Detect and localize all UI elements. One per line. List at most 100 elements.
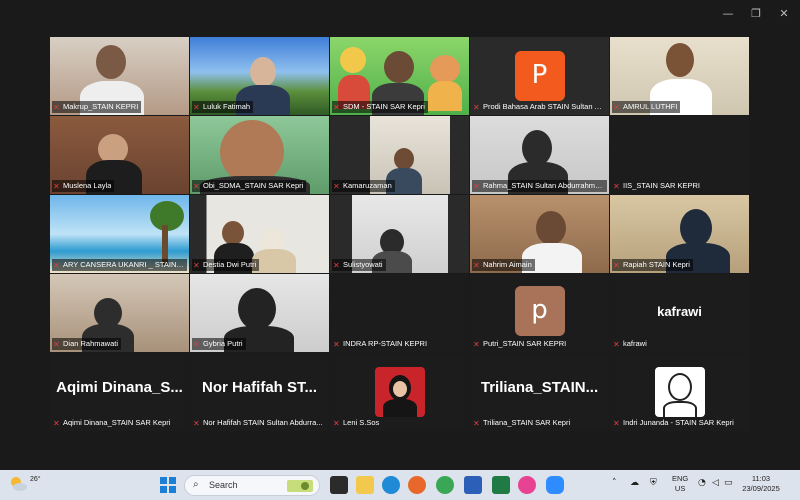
participant-tile[interactable]: ✕ Kamaruzaman	[330, 116, 469, 194]
weather-icon	[11, 477, 27, 491]
avatar-p: P	[514, 51, 565, 101]
profile-photo	[375, 367, 425, 417]
close-button[interactable]: ✕	[772, 6, 796, 22]
search-icon: ⌕	[193, 479, 199, 490]
video-grid: ✕ Makrup_STAIN KEPRI ✕ Luluk Fatimah ✕ SDM …	[50, 37, 751, 433]
security-icon[interactable]: ⛨	[650, 478, 657, 488]
language-indicator[interactable]: ENG US	[672, 474, 688, 494]
mic-muted-icon: ✕	[193, 102, 200, 112]
participant-name: ✕ Gybria Putri	[192, 338, 246, 350]
participant-display-name: Triliana_STAIN...	[480, 379, 599, 396]
weather-temperature: 26°	[30, 476, 41, 483]
participant-tile[interactable]: ✕ INDRA RP-STAIN KEPRI	[330, 274, 469, 352]
participant-tile[interactable]: Aqimi Dinana_S... ✕ Aqimi Dinana_STAIN SA…	[50, 353, 189, 431]
mic-muted-icon: ✕	[53, 181, 60, 191]
participant-name: ✕ Dian Rahmawati	[52, 338, 122, 350]
participant-name: ✕ INDRA RP-STAIN KEPRI	[333, 339, 428, 349]
participant-name: ✕ Muslena Layla	[52, 180, 115, 192]
participant-tile[interactable]: ✕ Nahrim Aimain	[470, 195, 609, 273]
mic-muted-icon: ✕	[193, 339, 200, 349]
participant-tile[interactable]: Triliana_STAIN... ✕ Triliana_STAIN SAR Ke…	[470, 353, 609, 431]
participant-display-name: Nor Hafifah ST...	[201, 379, 317, 396]
participant-tile-active-speaker[interactable]: ✕ SDM - STAIN SAR Kepri	[330, 37, 469, 115]
wifi-icon[interactable]: ◔	[698, 478, 706, 488]
mic-muted-icon: ✕	[53, 339, 60, 349]
mic-muted-icon: ✕	[333, 260, 340, 270]
mic-muted-icon: ✕	[613, 181, 620, 191]
participant-tile[interactable]: ✕ Rapiah STAIN Kepri	[610, 195, 749, 273]
mic-muted-icon: ✕	[613, 260, 620, 270]
firefox-icon[interactable]	[408, 476, 426, 494]
participant-tile[interactable]: ✕ Indri Junanda - STAIN SAR Kepri	[610, 353, 749, 431]
mic-muted-icon: ✕	[473, 418, 480, 428]
participant-name: ✕ Nor Hafifah STAIN Sultan Abdurra...	[193, 418, 323, 428]
excel-icon[interactable]	[492, 476, 510, 494]
mic-muted-icon: ✕	[333, 418, 340, 428]
search-label: Search	[209, 480, 238, 490]
participant-name: ✕ Triliana_STAIN SAR Kepri	[473, 418, 571, 428]
mic-muted-icon: ✕	[53, 260, 60, 270]
edge-icon[interactable]	[382, 476, 400, 494]
participant-tile[interactable]: P ✕ Prodi Bahasa Arab STAIN Sultan A...	[470, 37, 609, 115]
taskbar-search[interactable]: ⌕ Search	[184, 475, 320, 496]
participant-name: ✕ IIS_STAIN SAR KEPRI	[613, 181, 700, 191]
minimize-button[interactable]: —	[716, 6, 740, 22]
participant-tile[interactable]: ✕ Rahma_STAIN Sultan Abdurrahma...	[470, 116, 609, 194]
volume-icon[interactable]: ◁	[712, 478, 719, 488]
participant-name: ✕ Indri Junanda - STAIN SAR Kepri	[613, 418, 734, 428]
mic-muted-icon: ✕	[193, 181, 200, 191]
mic-muted-icon: ✕	[473, 339, 480, 349]
mic-muted-icon: ✕	[473, 102, 480, 112]
participant-display-name: Aqimi Dinana_S...	[56, 379, 183, 396]
participant-tile[interactable]: ✕ Muslena Layla	[50, 116, 189, 194]
participant-tile[interactable]: ✕ Dian Rahmawati	[50, 274, 189, 352]
zoom-icon[interactable]	[546, 476, 564, 494]
participant-name: ✕ Destia Dwi Putri	[192, 259, 260, 271]
participant-name: ✕ Aqimi Dinana_STAIN SAR Kepri	[53, 418, 171, 428]
chevron-up-icon[interactable]: ˄	[612, 478, 617, 488]
participant-tile[interactable]: ✕ Sulistyowati	[330, 195, 469, 273]
participant-tile[interactable]: ✕ Destia Dwi Putri	[190, 195, 329, 273]
mic-muted-icon: ✕	[53, 418, 60, 428]
participant-tile[interactable]: p ✕ Putri_STAIN SAR KEPRI	[470, 274, 609, 352]
participant-tile[interactable]: Nor Hafifah ST... ✕ Nor Hafifah STAIN Sul…	[190, 353, 329, 431]
file-explorer-icon[interactable]	[356, 476, 374, 494]
mic-muted-icon: ✕	[613, 339, 620, 349]
participant-name: ✕ Obi_SDMA_STAIN SAR Kepri	[192, 180, 307, 192]
profile-photo	[655, 367, 705, 417]
word-icon[interactable]	[464, 476, 482, 494]
participant-tile[interactable]: ✕ Gybria Putri	[190, 274, 329, 352]
battery-icon[interactable]: ▭	[724, 478, 733, 488]
participant-name: ✕ Kamaruzaman	[332, 180, 395, 192]
participant-tile[interactable]: ✕ ARY CANSERA UKANRI _ STAIN KE...	[50, 195, 189, 273]
system-clock[interactable]: 11:03 23/09/2025	[738, 474, 784, 494]
participant-tile[interactable]: ✕ Leni S.Sos	[330, 353, 469, 431]
chrome-icon[interactable]	[436, 476, 454, 494]
participant-name: ✕ Putri_STAIN SAR KEPRI	[473, 339, 567, 349]
participant-tile[interactable]: ✕ Makrup_STAIN KEPRI	[50, 37, 189, 115]
participant-name: ✕ Luluk Fatimah	[192, 101, 254, 113]
participant-tile[interactable]: ✕ AMRUL LUTHFI	[610, 37, 749, 115]
windows-start-icon[interactable]	[160, 477, 176, 493]
weather-widget[interactable]: 26°	[8, 474, 41, 496]
participant-tile[interactable]: ✕ Obi_SDMA_STAIN SAR Kepri	[190, 116, 329, 194]
title-bar: — ❐ ✕	[0, 0, 800, 30]
mic-muted-icon: ✕	[333, 181, 340, 191]
participant-name: ✕ AMRUL LUTHFI	[612, 101, 681, 113]
task-view-icon[interactable]	[330, 476, 348, 494]
participant-tile[interactable]: kafrawi ✕ kafrawi	[610, 274, 749, 352]
mic-muted-icon: ✕	[193, 260, 200, 270]
participant-name: ✕ Rapiah STAIN Kepri	[612, 259, 693, 271]
participant-tile[interactable]: ✕ Luluk Fatimah	[190, 37, 329, 115]
maximize-button[interactable]: ❐	[744, 6, 768, 22]
photos-icon[interactable]	[518, 476, 536, 494]
onedrive-icon[interactable]: ☁	[630, 478, 639, 488]
mic-muted-icon: ✕	[333, 102, 340, 112]
app-window: — ❐ ✕ ✕ Makrup_STAIN KEPRI ✕ Luluk Fatimah…	[0, 0, 800, 500]
participant-tile[interactable]: ✕ IIS_STAIN SAR KEPRI	[610, 116, 749, 194]
participant-display-name: kafrawi	[657, 304, 702, 319]
keyboard-layout: US	[674, 484, 686, 493]
participant-name: ✕ kafrawi	[613, 339, 647, 349]
participant-name: ✕ Nahrim Aimain	[472, 259, 535, 271]
clock-date: 23/09/2025	[742, 484, 780, 493]
